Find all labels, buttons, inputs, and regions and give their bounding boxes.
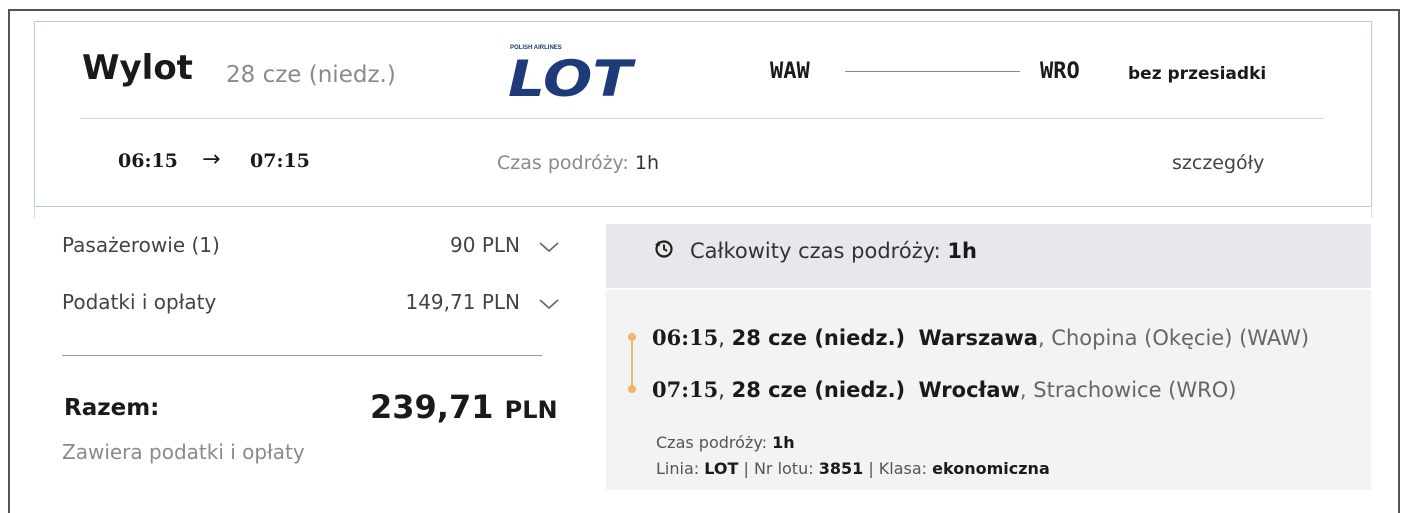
header-divider [80, 118, 1324, 119]
origin-code: WAW [770, 59, 810, 84]
segment-departure: 06:15, 28 cze (niedz.) Warszawa, Chopina… [652, 325, 1309, 350]
total-currency: PLN [504, 396, 558, 424]
segment-separator: , [718, 378, 725, 402]
info-flight-value: 3851 [818, 459, 864, 478]
info-class-label: | Klasa: [863, 459, 933, 478]
info-flight-label: | Nr lotu: [738, 459, 819, 478]
card-divider-left [34, 206, 35, 218]
passengers-price: 90 PLN [450, 233, 520, 257]
route-line [845, 71, 1020, 72]
airline-logo-wordmark: LOT [508, 50, 637, 102]
travel-duration: Czas podróży: 1h [497, 152, 659, 174]
info-line-value: LOT [704, 459, 739, 478]
chevron-down-icon[interactable] [538, 297, 560, 311]
taxes-label: Podatki i opłaty [62, 290, 217, 314]
flight-duration-info: Czas podróży: 1h [656, 433, 795, 452]
info-line-label: Linia: [656, 459, 705, 478]
airline-logo: POLISH AIRLINES LOT [508, 45, 637, 102]
clock-icon [655, 240, 673, 258]
timeline-dot-departure [628, 333, 636, 341]
destination-code: WRO [1040, 59, 1080, 84]
segment-city: Warszawa [918, 326, 1038, 350]
price-divider [62, 355, 542, 356]
info-duration-label: Czas podróży: [656, 433, 773, 452]
segment-separator: , [718, 326, 725, 350]
segment-time: 07:15 [652, 377, 719, 402]
timeline-dot-arrival [628, 385, 636, 393]
travel-duration-label: Czas podróży: [497, 152, 635, 174]
total-price: 239,71 PLN [370, 388, 558, 426]
passengers-label: Pasażerowie (1) [62, 233, 220, 257]
segment-date: 28 cze (niedz.) [731, 378, 906, 402]
timeline-line [631, 336, 633, 391]
total-travel-time-label: Całkowity czas podróży: [690, 239, 948, 263]
segment-date: 28 cze (niedz.) [731, 326, 906, 350]
flight-summary-card [34, 21, 1372, 207]
segment-airport: , Strachowice (WRO) [1019, 378, 1237, 402]
card-divider-right [1371, 206, 1372, 218]
total-label: Razem: [64, 395, 160, 421]
flight-info-line: Linia: LOT | Nr lotu: 3851 | Klasa: ekon… [656, 459, 1050, 478]
includes-taxes-note: Zawiera podatki i opłaty [62, 440, 305, 464]
details-link[interactable]: szczegóły [1172, 152, 1264, 174]
segment-arrival: 07:15, 28 cze (niedz.) Wrocław, Strachow… [652, 377, 1236, 402]
info-class-value: ekonomiczna [932, 459, 1050, 478]
departure-time: 06:15 [118, 150, 178, 172]
total-travel-time-value: 1h [947, 239, 977, 263]
total-amount: 239,71 [370, 388, 494, 426]
chevron-down-icon[interactable] [538, 240, 560, 254]
stops-label: bez przesiadki [1128, 64, 1267, 84]
info-duration-value: 1h [772, 433, 795, 452]
segment-time: 06:15 [652, 325, 719, 350]
total-travel-time: Całkowity czas podróży: 1h [690, 239, 977, 263]
arrow-right-icon: → [202, 147, 221, 172]
taxes-price: 149,71 PLN [405, 290, 520, 314]
arrival-time: 07:15 [250, 150, 310, 172]
segment-airport: , Chopina (Okęcie) (WAW) [1037, 326, 1310, 350]
segment-city: Wrocław [918, 378, 1020, 402]
departure-date: 28 cze (niedz.) [226, 62, 396, 88]
travel-duration-value: 1h [634, 152, 660, 174]
section-title: Wylot [82, 48, 193, 88]
